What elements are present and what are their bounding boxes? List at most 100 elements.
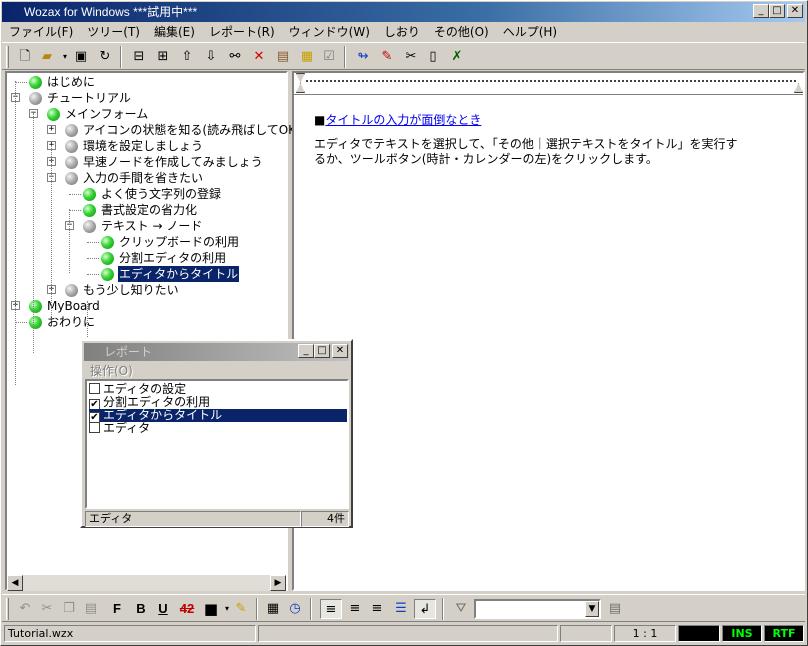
highlight-icon[interactable]: ✎ [230, 599, 252, 619]
font-button[interactable]: F [106, 599, 128, 619]
tree-node-label[interactable]: 書式設定の省力化 [100, 202, 198, 218]
toolbar-grip[interactable] [6, 46, 9, 68]
tree-connector [87, 258, 99, 259]
style-combo[interactable]: ▼ [474, 599, 601, 619]
align-right-icon[interactable]: ≡ [366, 599, 388, 619]
jump-icon[interactable]: ↬ [352, 47, 374, 67]
strikethrough-button[interactable]: 42 [176, 599, 198, 619]
tree-node-label[interactable]: 環境を設定しましょう [82, 138, 204, 154]
status-ins: INS [722, 625, 762, 642]
clock-icon[interactable]: ◷ [284, 599, 306, 619]
gray-node-icon [65, 284, 78, 297]
report-maximize-button[interactable]: □ [314, 344, 330, 358]
tree-node-label[interactable]: おわりに [46, 314, 96, 330]
align-center-icon[interactable]: ≡ [344, 599, 366, 619]
expand-toggle[interactable]: + [47, 125, 56, 134]
word-wrap-icon[interactable]: ↲ [414, 599, 436, 619]
menu-bar: ファイル(F) ツリー(T) 編集(E) レポート(R) ウィンドウ(W) しおり その他(… [2, 22, 805, 41]
tree-node-label[interactable]: アイコンの状態を知る(読み飛ばしてOK) [82, 122, 302, 138]
cut-icon[interactable]: ✂ [400, 47, 422, 67]
status-rtf: RTF [764, 625, 804, 642]
delete-icon[interactable]: ✕ [248, 47, 270, 67]
menu-window[interactable]: ウィンドウ(W) [282, 22, 377, 41]
window-title: Wozax for Windows ***試用中*** [24, 5, 198, 19]
report-window[interactable]: ⚯ レポート _ □ ✕ 操作(O) エディタの設定✔分割エディタの利用✔エディ… [80, 339, 353, 528]
tree-node-label[interactable]: メインフォーム [64, 106, 149, 122]
new-file-icon[interactable]: 🗋 [14, 47, 36, 67]
paste-icon[interactable]: ▤ [80, 599, 102, 619]
find-binoculars-icon[interactable]: ⚯ [224, 47, 246, 67]
report-close-button[interactable]: ✕ [332, 344, 348, 358]
menu-other[interactable]: その他(O) [427, 22, 496, 41]
ruler[interactable] [294, 73, 803, 95]
report-menu-operation[interactable]: 操作(O) [90, 362, 133, 379]
menu-bookmark[interactable]: しおり [377, 22, 427, 41]
ruler-indent-marker[interactable] [296, 73, 305, 83]
tree-node-label[interactable]: クリップボードの利用 [118, 234, 240, 250]
tree-node-label[interactable]: もう少し知りたい [82, 282, 180, 298]
scroll-right-button[interactable]: ▶ [270, 575, 286, 591]
add-child-node-icon[interactable]: ⊞ [152, 47, 174, 67]
cut-icon[interactable]: ✂ [36, 599, 58, 619]
tree-node-label[interactable]: 早速ノードを作成してみましょう [82, 154, 264, 170]
tree-node-label[interactable]: 分割エディタの利用 [118, 250, 227, 266]
report-minimize-button[interactable]: _ [298, 344, 314, 358]
report-item-label: 分割エディタの利用 [103, 395, 211, 409]
tree-connector [15, 81, 16, 385]
save-icon[interactable]: ▣ [70, 47, 92, 67]
menu-file[interactable]: ファイル(F) [2, 22, 80, 41]
menu-help[interactable]: ヘルプ(H) [496, 22, 564, 41]
toolbar-grip[interactable] [6, 598, 9, 620]
tree-node-label[interactable]: 入力の手間を省きたい [82, 170, 204, 186]
move-up-icon[interactable]: ⇧ [176, 47, 198, 67]
bullet-list-icon[interactable]: ☰ [390, 599, 412, 619]
calendar-icon[interactable]: ▦ [262, 599, 284, 619]
add-node-icon[interactable]: ⊟ [128, 47, 150, 67]
style-apply-icon[interactable]: ▤ [604, 599, 626, 619]
note-icon[interactable]: ▦ [296, 47, 318, 67]
close-button[interactable]: ✕ [787, 4, 803, 18]
menu-edit[interactable]: 編集(E) [147, 22, 202, 41]
paste-icon[interactable]: ▤ [272, 47, 294, 67]
tree-node-label[interactable]: MyBoard [46, 298, 101, 314]
align-left-icon[interactable]: ≡ [320, 599, 342, 619]
tree-node-label[interactable]: はじめに [46, 74, 96, 90]
style-icon[interactable]: ⛛ [450, 599, 472, 619]
editor-pane[interactable]: ■タイトルの入力が面倒なとき エディタでテキストを選択して、「その他｜選択テキス… [292, 71, 805, 591]
maximize-button[interactable]: □ [769, 4, 785, 18]
minimize-button[interactable]: _ [753, 4, 769, 18]
toolbar-separator [310, 598, 312, 620]
bold-button[interactable]: B [130, 599, 152, 619]
gray-node-icon [29, 92, 42, 105]
scroll-left-button[interactable]: ◀ [7, 575, 23, 591]
undo-icon[interactable]: ↶ [14, 599, 36, 619]
move-down-icon[interactable]: ⇩ [200, 47, 222, 67]
report-item-checkbox[interactable] [89, 422, 100, 433]
tree-node-label[interactable]: よく使う文字列の登録 [100, 186, 222, 202]
tree-node-label[interactable]: チュートリアル [46, 90, 132, 106]
copy-icon[interactable]: ❐ [58, 599, 80, 619]
tree-node-label[interactable]: テキスト → ノード [100, 218, 203, 234]
chevron-down-icon[interactable]: ▼ [585, 601, 599, 617]
heading-link[interactable]: タイトルの入力が面倒なとき [325, 113, 481, 127]
tree-node-label-selected[interactable]: エディタからタイトル [116, 265, 241, 283]
tree-horizontal-scrollbar[interactable]: ◀ ▶ [7, 575, 286, 591]
tools-icon[interactable]: ✗ [446, 47, 468, 67]
editor-line: るか、ツールボタン(時計・カレンダーの左)をクリックします。 [314, 152, 658, 166]
editor-body[interactable]: エディタでテキストを選択して、「その他｜選択テキストをタイトル」を実行す るか、… [314, 137, 737, 167]
report-list[interactable]: エディタの設定 ✔ 分割エディタの利用 ✔ エディタからタイトル エディタ [85, 379, 349, 509]
toolbar-separator [442, 598, 444, 620]
edit-icon[interactable]: ✎ [376, 47, 398, 67]
main-toolbar: 🗋 ▰ ▾ ▣ ↻ ⊟ ⊞ ⇧ ⇩ ⚯ ✕ ▤ ▦ ☑ ↬ ✎ ✂ ▯ ✗ [2, 42, 805, 70]
book-icon[interactable]: ▯ [422, 47, 444, 67]
ruler-left-marker[interactable] [296, 83, 305, 93]
ruler-right-marker[interactable] [794, 83, 803, 93]
toolbar-separator [256, 598, 258, 620]
underline-button[interactable]: U [152, 599, 174, 619]
menu-tree[interactable]: ツリー(T) [80, 22, 147, 41]
menu-report[interactable]: レポート(R) [202, 22, 282, 41]
report-item[interactable]: エディタ [89, 422, 347, 435]
report-item-checkbox[interactable] [89, 383, 100, 394]
refresh-icon[interactable]: ↻ [94, 47, 116, 67]
check-icon[interactable]: ☑ [318, 47, 340, 67]
